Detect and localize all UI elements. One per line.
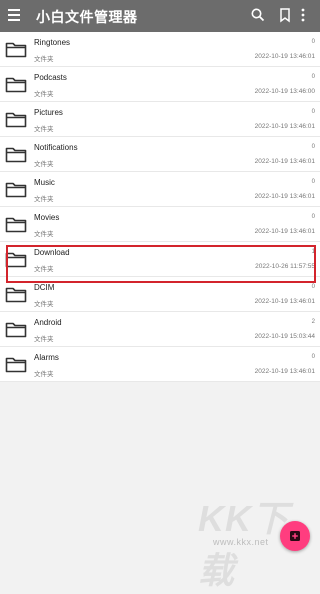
add-fab-button[interactable] [280, 521, 310, 551]
app-bar: 小白文件管理器 [0, 0, 320, 32]
folder-name: Notifications [34, 143, 78, 152]
bookmark-icon[interactable] [276, 6, 294, 24]
item-count: 0 [311, 109, 315, 115]
modified-date: 2022-10-19 13:46:01 [254, 193, 315, 200]
folder-icon [5, 77, 27, 93]
folder-type: 文件夹 [34, 161, 54, 168]
folder-type: 文件夹 [34, 91, 54, 98]
item-count: 0 [311, 144, 315, 150]
folder-icon [5, 217, 27, 233]
more-vert-icon[interactable] [297, 6, 309, 24]
folder-name: Movies [34, 213, 60, 222]
list-item[interactable]: Alarms 文件夹 0 2022-10-19 13:46:01 [0, 347, 320, 382]
search-icon[interactable] [249, 6, 267, 24]
modified-date: 2022-10-19 13:46:01 [254, 298, 315, 305]
add-icon [290, 531, 300, 541]
list-item[interactable]: Pictures 文件夹 0 2022-10-19 13:46:01 [0, 102, 320, 137]
item-count: 0 [311, 284, 315, 290]
folder-name: Pictures [34, 108, 63, 117]
modified-date: 2022-10-19 13:46:01 [254, 53, 315, 60]
folder-name: Podcasts [34, 73, 67, 82]
list-item[interactable]: Music 文件夹 0 2022-10-19 13:46:01 [0, 172, 320, 207]
list-item[interactable]: Podcasts 文件夹 0 2022-10-19 13:46:00 [0, 67, 320, 102]
item-count: 0 [311, 39, 315, 45]
folder-name: Ringtones [34, 38, 71, 47]
item-count: 0 [311, 179, 315, 185]
folder-type: 文件夹 [34, 371, 54, 378]
folder-name: Android [34, 318, 62, 327]
folder-type: 文件夹 [34, 56, 54, 63]
folder-icon [5, 182, 27, 198]
item-count: 0 [311, 74, 315, 80]
list-item[interactable]: Movies 文件夹 0 2022-10-19 13:46:01 [0, 207, 320, 242]
watermark-url: www.kkx.net [213, 537, 269, 547]
modified-date: 2022-10-19 13:46:01 [254, 158, 315, 165]
list-item[interactable]: Ringtones 文件夹 0 2022-10-19 13:46:01 [0, 32, 320, 67]
list-item[interactable]: Notifications 文件夹 0 2022-10-19 13:46:01 [0, 137, 320, 172]
folder-icon [5, 147, 27, 163]
file-list: Ringtones 文件夹 0 2022-10-19 13:46:01 Podcasts… [0, 32, 320, 382]
modified-date: 2022-10-19 13:46:01 [254, 228, 315, 235]
folder-type: 文件夹 [34, 301, 54, 308]
folder-icon [5, 357, 27, 373]
folder-icon [5, 42, 27, 58]
list-item[interactable]: Android 文件夹 2 2022-10-19 15:03:44 [0, 312, 320, 347]
folder-type: 文件夹 [34, 231, 54, 238]
modified-date: 2022-10-19 13:46:01 [254, 368, 315, 375]
modified-date: 2022-10-19 15:03:44 [254, 333, 315, 340]
folder-icon [5, 112, 27, 128]
folder-icon [5, 322, 27, 338]
app-title: 小白文件管理器 [36, 9, 138, 25]
item-count: 2 [311, 319, 315, 325]
modified-date: 2022-10-19 13:46:01 [254, 123, 315, 130]
folder-name: Music [34, 178, 55, 187]
highlight-box [6, 245, 316, 283]
folder-type: 文件夹 [34, 126, 54, 133]
folder-name: DCIM [34, 283, 55, 292]
folder-type: 文件夹 [34, 336, 54, 343]
modified-date: 2022-10-19 13:46:00 [254, 88, 315, 95]
item-count: 0 [311, 354, 315, 360]
folder-icon [5, 287, 27, 303]
menu-icon[interactable] [8, 9, 20, 23]
item-count: 0 [311, 214, 315, 220]
folder-name: Alarms [34, 353, 59, 362]
folder-type: 文件夹 [34, 196, 54, 203]
